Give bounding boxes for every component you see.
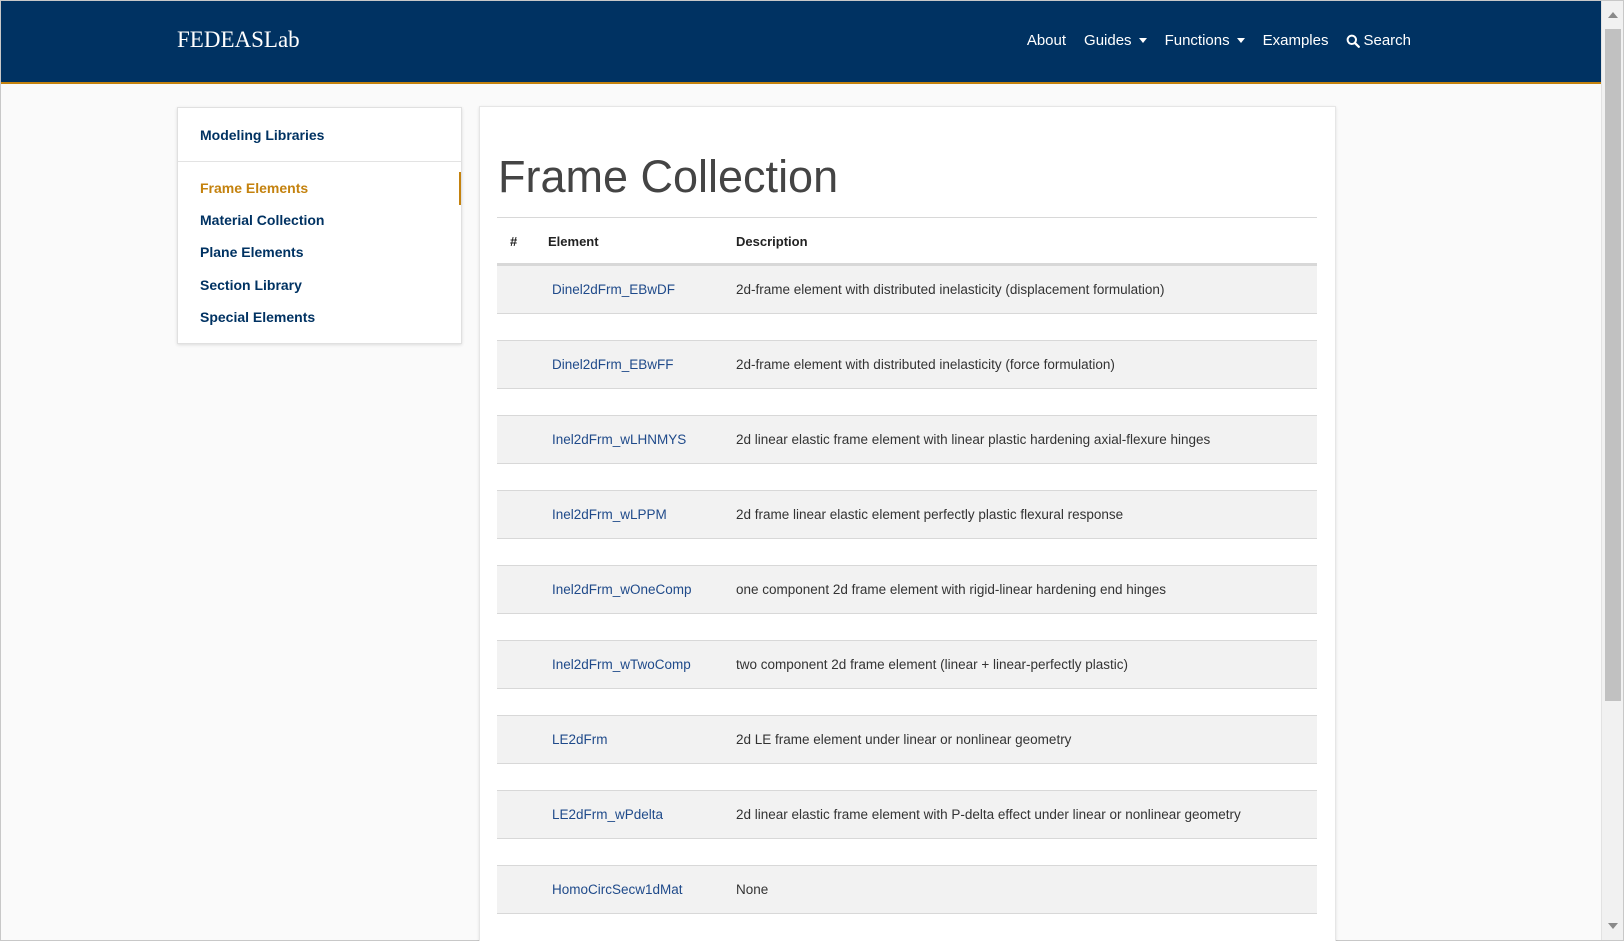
chevron-down-icon <box>1138 38 1147 43</box>
nav-search-label: Search <box>1363 32 1411 49</box>
table-row: Dinel2dFrm_EBwDF 2d-frame element with d… <box>497 265 1317 314</box>
elements-table: # Element Description Dinel2dFrm_EBwDF 2… <box>497 217 1317 940</box>
sidebar-item-section-library[interactable]: Section Library <box>200 277 302 293</box>
table-row: LE2dFrm 2d LE frame element under linear… <box>497 715 1317 764</box>
nav-guides-label: Guides <box>1084 32 1132 49</box>
search-icon <box>1347 34 1361 48</box>
nav-about[interactable]: About <box>1027 32 1066 49</box>
table-row: Inel2dFrm_wLHNMYS 2d linear elastic fram… <box>497 415 1317 464</box>
column-header-description: Description <box>736 234 808 249</box>
scrollbar-thumb[interactable] <box>1605 29 1621 701</box>
element-link[interactable]: Dinel2dFrm_EBwDF <box>552 282 675 297</box>
element-description: None <box>736 882 769 897</box>
vertical-scrollbar[interactable] <box>1601 1 1623 940</box>
element-description: two component 2d frame element (linear +… <box>736 657 1129 672</box>
table-header: # Element Description <box>497 217 1317 265</box>
element-link[interactable]: Inel2dFrm_wTwoComp <box>552 657 691 672</box>
table-row: Dinel2dFrm_EBwFF 2d-frame element with d… <box>497 340 1317 389</box>
nav-guides-dropdown[interactable]: Guides <box>1084 32 1147 49</box>
table-row: Inel2dFrm_wTwoComp two component 2d fram… <box>497 640 1317 689</box>
column-header-element: Element <box>548 234 599 249</box>
active-indicator <box>459 172 461 205</box>
scroll-down-icon[interactable] <box>1608 923 1618 929</box>
element-link[interactable]: Inel2dFrm_wLHNMYS <box>552 432 686 447</box>
nav-search[interactable]: Search <box>1346 32 1411 49</box>
element-description: 2d linear elastic frame element with lin… <box>736 432 1211 447</box>
nav-functions-label: Functions <box>1164 32 1230 49</box>
sidebar-item-material-collection[interactable]: Material Collection <box>200 212 324 228</box>
nav-examples[interactable]: Examples <box>1263 32 1329 49</box>
element-description: 2d LE frame element under linear or nonl… <box>736 732 1072 747</box>
table-row: Inel2dFrm_wOneComp one component 2d fram… <box>497 565 1317 614</box>
element-description: one component 2d frame element with rigi… <box>736 582 1167 597</box>
element-link[interactable]: Dinel2dFrm_EBwFF <box>552 357 674 372</box>
table-row: LE2dFrm_wPdelta 2d linear elastic frame … <box>497 790 1317 839</box>
nav-links: About Guides Functions Examples Search <box>1009 32 1411 49</box>
chevron-down-icon <box>1236 38 1245 43</box>
nav-functions-dropdown[interactable]: Functions <box>1165 32 1245 49</box>
main-content: Frame Collection # Element Description D… <box>479 106 1336 941</box>
element-link[interactable]: HomoCircSecw1dMat <box>552 882 683 897</box>
element-description: 2d linear elastic frame element with P-d… <box>736 807 1241 822</box>
table-row: Inel2dFrm_wLPPM 2d frame linear elastic … <box>497 490 1317 539</box>
sidebar-item-frame-elements[interactable]: Frame Elements <box>200 180 308 196</box>
sidebar-item-plane-elements[interactable]: Plane Elements <box>200 244 304 260</box>
element-description: 2d frame linear elastic element perfectl… <box>736 507 1124 522</box>
brand-logo[interactable]: FEDEASLab <box>177 27 300 53</box>
top-navbar: FEDEASLab About Guides Functions Example… <box>1 1 1601 84</box>
element-link[interactable]: LE2dFrm_wPdelta <box>552 807 663 822</box>
sidebar-title[interactable]: Modeling Libraries <box>200 127 324 143</box>
element-link[interactable]: Inel2dFrm_wLPPM <box>552 507 667 522</box>
sidebar: Modeling Libraries Frame Elements Materi… <box>177 107 462 344</box>
element-link[interactable]: Inel2dFrm_wOneComp <box>552 582 692 597</box>
column-header-number: # <box>510 234 518 249</box>
sidebar-item-special-elements[interactable]: Special Elements <box>200 309 315 325</box>
sidebar-divider <box>178 161 461 162</box>
element-link[interactable]: LE2dFrm <box>552 732 608 747</box>
page-title: Frame Collection <box>498 151 839 202</box>
table-row: HomoCircSecw1dMat None <box>497 865 1317 914</box>
scroll-up-icon[interactable] <box>1608 12 1618 18</box>
element-description: 2d-frame element with distributed inelas… <box>736 282 1165 297</box>
element-description: 2d-frame element with distributed inelas… <box>736 357 1115 372</box>
